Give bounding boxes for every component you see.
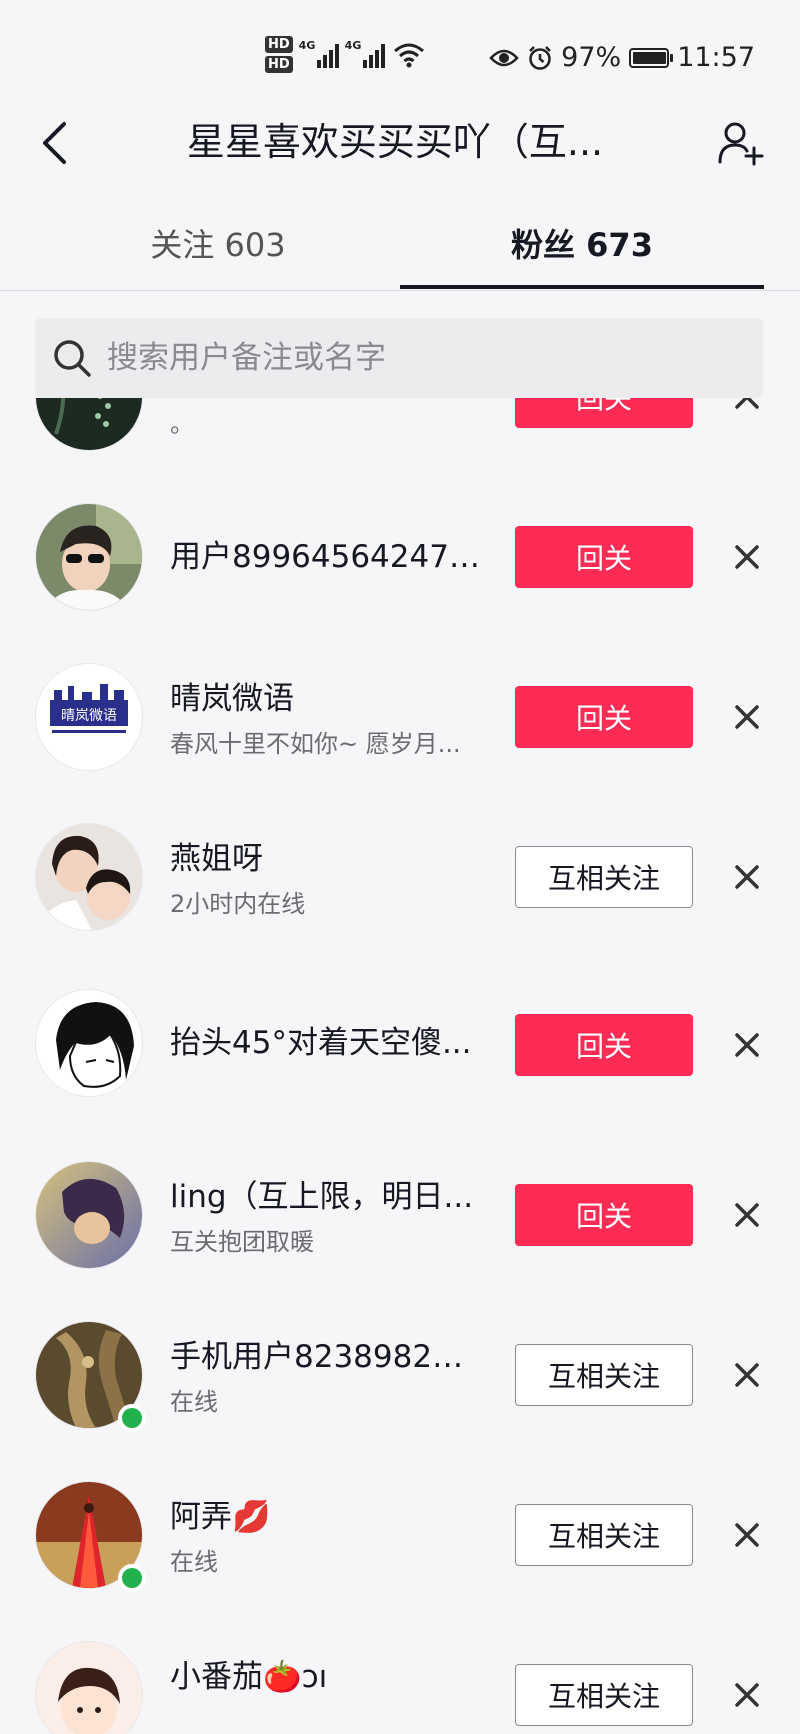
online-indicator (118, 1404, 146, 1432)
add-friend-button[interactable] (714, 116, 768, 170)
avatar[interactable]: 晴岚微语 (36, 664, 142, 770)
avatar-image (36, 1162, 142, 1268)
back-button[interactable] (34, 118, 74, 168)
tab-bar: 关注 603 粉丝 673 (0, 200, 800, 291)
page-title: 星星喜欢买买买吖（互... (186, 120, 604, 164)
avatar-image (36, 1642, 142, 1734)
list-item[interactable]: 燕姐呀 2小时内在线 互相关注 (0, 798, 800, 958)
remove-follower-button[interactable] (728, 858, 766, 896)
avatar[interactable] (36, 1642, 142, 1734)
header: 星星喜欢买买买吖（互... (0, 110, 800, 175)
remove-follower-button[interactable] (728, 1196, 766, 1234)
follower-status: 2小时内在线 (170, 890, 306, 918)
battery-percent: 97% (561, 42, 622, 73)
follower-list: 。 回关 用户8996456424730 回关 晴岚微语 晴岚微语 春风十里不如… (0, 398, 800, 1734)
alarm-icon (529, 45, 552, 70)
close-icon (735, 705, 759, 729)
follow-back-button[interactable]: 回关 (515, 686, 693, 748)
search-bar[interactable] (35, 318, 763, 398)
mutual-follow-button[interactable]: 互相关注 (515, 1504, 693, 1566)
remove-follower-button[interactable] (728, 1516, 766, 1554)
avatar-image (36, 504, 142, 610)
status-right: 97% 11:57 (489, 42, 755, 73)
close-icon (735, 398, 759, 409)
follower-name: ling（互上限，明日... (170, 1179, 474, 1215)
follower-name: 小番茄🍅ɔı (170, 1659, 328, 1695)
follow-back-button[interactable]: 回关 (515, 1184, 693, 1246)
status-left: HD HD 4G 4G (265, 36, 425, 73)
avatar[interactable] (36, 504, 142, 610)
remove-follower-button[interactable] (728, 538, 766, 576)
follower-name: 用户8996456424730 (170, 539, 480, 575)
list-item[interactable]: 。 回关 (0, 398, 800, 478)
follower-status: 在线 (170, 1548, 218, 1576)
battery-icon (629, 47, 674, 68)
follower-name: 手机用户82389829... (170, 1339, 480, 1375)
search-input[interactable] (105, 339, 709, 377)
close-icon (735, 1683, 759, 1707)
follower-status: 在线 (170, 1388, 218, 1416)
remove-follower-button[interactable] (728, 1026, 766, 1064)
add-user-icon (718, 122, 764, 166)
status-bar: HD HD 4G 4G 97% 11:57 (0, 0, 800, 110)
tab-followers[interactable]: 粉丝 673 (400, 220, 764, 270)
close-icon (735, 1523, 759, 1547)
wifi-icon (393, 43, 424, 67)
avatar-image: 晴岚微语 (36, 664, 142, 770)
list-item[interactable]: 用户8996456424730 回关 (0, 478, 800, 638)
avatar[interactable] (36, 1322, 146, 1432)
list-item[interactable]: 手机用户82389829... 在线 互相关注 (0, 1296, 800, 1456)
mutual-follow-button[interactable]: 互相关注 (515, 1344, 693, 1406)
remove-follower-button[interactable] (728, 398, 766, 416)
hd-badge-2: HD (265, 56, 293, 73)
eye-icon (489, 49, 519, 66)
avatar-image (36, 990, 142, 1096)
close-icon (735, 1203, 759, 1227)
avatar[interactable] (36, 1162, 142, 1268)
follower-name: 燕姐呀 (170, 841, 263, 877)
signal-1-icon: 4G (298, 38, 339, 68)
follower-subtitle: 。 (170, 410, 194, 438)
remove-follower-button[interactable] (728, 1676, 766, 1714)
remove-follower-button[interactable] (728, 698, 766, 736)
follower-signature: 春风十里不如你~ 愿岁月... (170, 730, 461, 758)
follow-back-button[interactable]: 回关 (515, 526, 693, 588)
avatar-image (36, 824, 142, 930)
follow-back-button[interactable]: 回关 (515, 1014, 693, 1076)
follower-signature: 互关抱团取暖 (170, 1228, 314, 1256)
follower-name: 阿弄💋 (170, 1499, 271, 1535)
mutual-follow-button[interactable]: 互相关注 (515, 1664, 693, 1726)
list-item[interactable]: 抬头45°对着天空傻... 回关 (0, 958, 800, 1136)
mutual-follow-button[interactable]: 互相关注 (515, 846, 693, 908)
tab-following[interactable]: 关注 603 (36, 220, 400, 270)
tab-indicator (400, 285, 764, 289)
net-type-1: 4G (298, 38, 316, 52)
follow-back-button[interactable]: 回关 (515, 398, 693, 428)
avatar[interactable] (36, 398, 142, 450)
list-item[interactable]: 阿弄💋 在线 互相关注 (0, 1456, 800, 1616)
hd-badge-1: HD (265, 36, 293, 53)
list-item[interactable]: 晴岚微语 晴岚微语 春风十里不如你~ 愿岁月... 回关 (0, 638, 800, 798)
online-indicator (118, 1564, 146, 1592)
hd-indicators: HD HD (265, 36, 293, 73)
avatar-logo-text: 晴岚微语 (61, 708, 117, 724)
net-type-2: 4G (344, 38, 362, 52)
back-arrow-icon (43, 122, 66, 164)
signal-2-icon: 4G (344, 38, 385, 68)
list-item[interactable]: 小番茄🍅ɔı 互相关注 (0, 1616, 800, 1734)
close-icon (735, 545, 759, 569)
follower-name: 抬头45°对着天空傻... (170, 1025, 472, 1061)
close-icon (735, 865, 759, 889)
list-item[interactable]: ling（互上限，明日... 互关抱团取暖 回关 (0, 1136, 800, 1296)
remove-follower-button[interactable] (728, 1356, 766, 1394)
search-icon (54, 340, 91, 377)
close-icon (735, 1363, 759, 1387)
follower-name: 晴岚微语 (170, 681, 294, 717)
avatar[interactable] (36, 990, 142, 1096)
close-icon (735, 1033, 759, 1057)
avatar[interactable] (36, 824, 142, 930)
avatar-image (36, 398, 142, 450)
clock-time: 11:57 (677, 42, 755, 73)
avatar[interactable] (36, 1482, 146, 1592)
